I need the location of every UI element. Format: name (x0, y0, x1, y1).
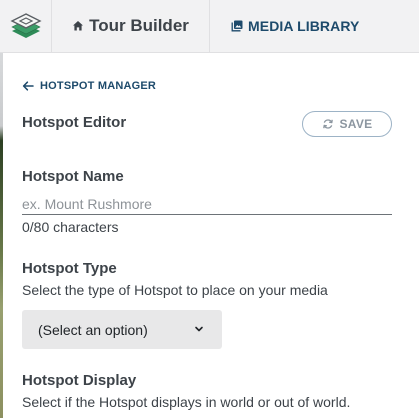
back-to-hotspot-manager-link[interactable]: HOTSPOT MANAGER (22, 80, 156, 92)
hotspot-name-label: Hotspot Name (22, 168, 124, 185)
layers-logo-icon (10, 13, 42, 38)
panel-title: Hotspot Editor (22, 114, 127, 131)
hotspot-type-description: Select the type of Hotspot to place on y… (22, 282, 328, 298)
top-navigation-bar: Tour Builder MEDIA LIBRARY (0, 0, 419, 53)
nav-media-library[interactable]: MEDIA LIBRARY (210, 0, 362, 52)
hotspot-name-input[interactable] (22, 193, 392, 215)
hotspot-display-label: Hotspot Display (22, 372, 137, 389)
hotspot-display-description: Select if the Hotspot displays in world … (22, 394, 351, 410)
nav-tour-builder-label: Tour Builder (89, 16, 189, 35)
save-button-label: SAVE (339, 117, 373, 131)
nav-media-library-label: MEDIA LIBRARY (248, 18, 360, 34)
hotspot-type-select[interactable]: (Select an option) (22, 310, 222, 349)
chevron-down-icon (195, 326, 203, 332)
save-button[interactable]: SAVE (302, 111, 392, 137)
arrow-left-icon (22, 81, 34, 91)
nav-tour-builder[interactable]: Tour Builder (52, 0, 210, 52)
sync-icon (322, 119, 333, 129)
background-scene-edge (0, 53, 3, 418)
hotspot-type-selected-value: (Select an option) (38, 321, 148, 338)
character-counter: 0/80 characters (22, 219, 119, 235)
app-logo[interactable] (0, 0, 52, 52)
home-icon (73, 21, 84, 31)
photo-library-icon (231, 20, 243, 32)
hotspot-type-label: Hotspot Type (22, 260, 117, 277)
breadcrumb-label: HOTSPOT MANAGER (40, 80, 157, 92)
